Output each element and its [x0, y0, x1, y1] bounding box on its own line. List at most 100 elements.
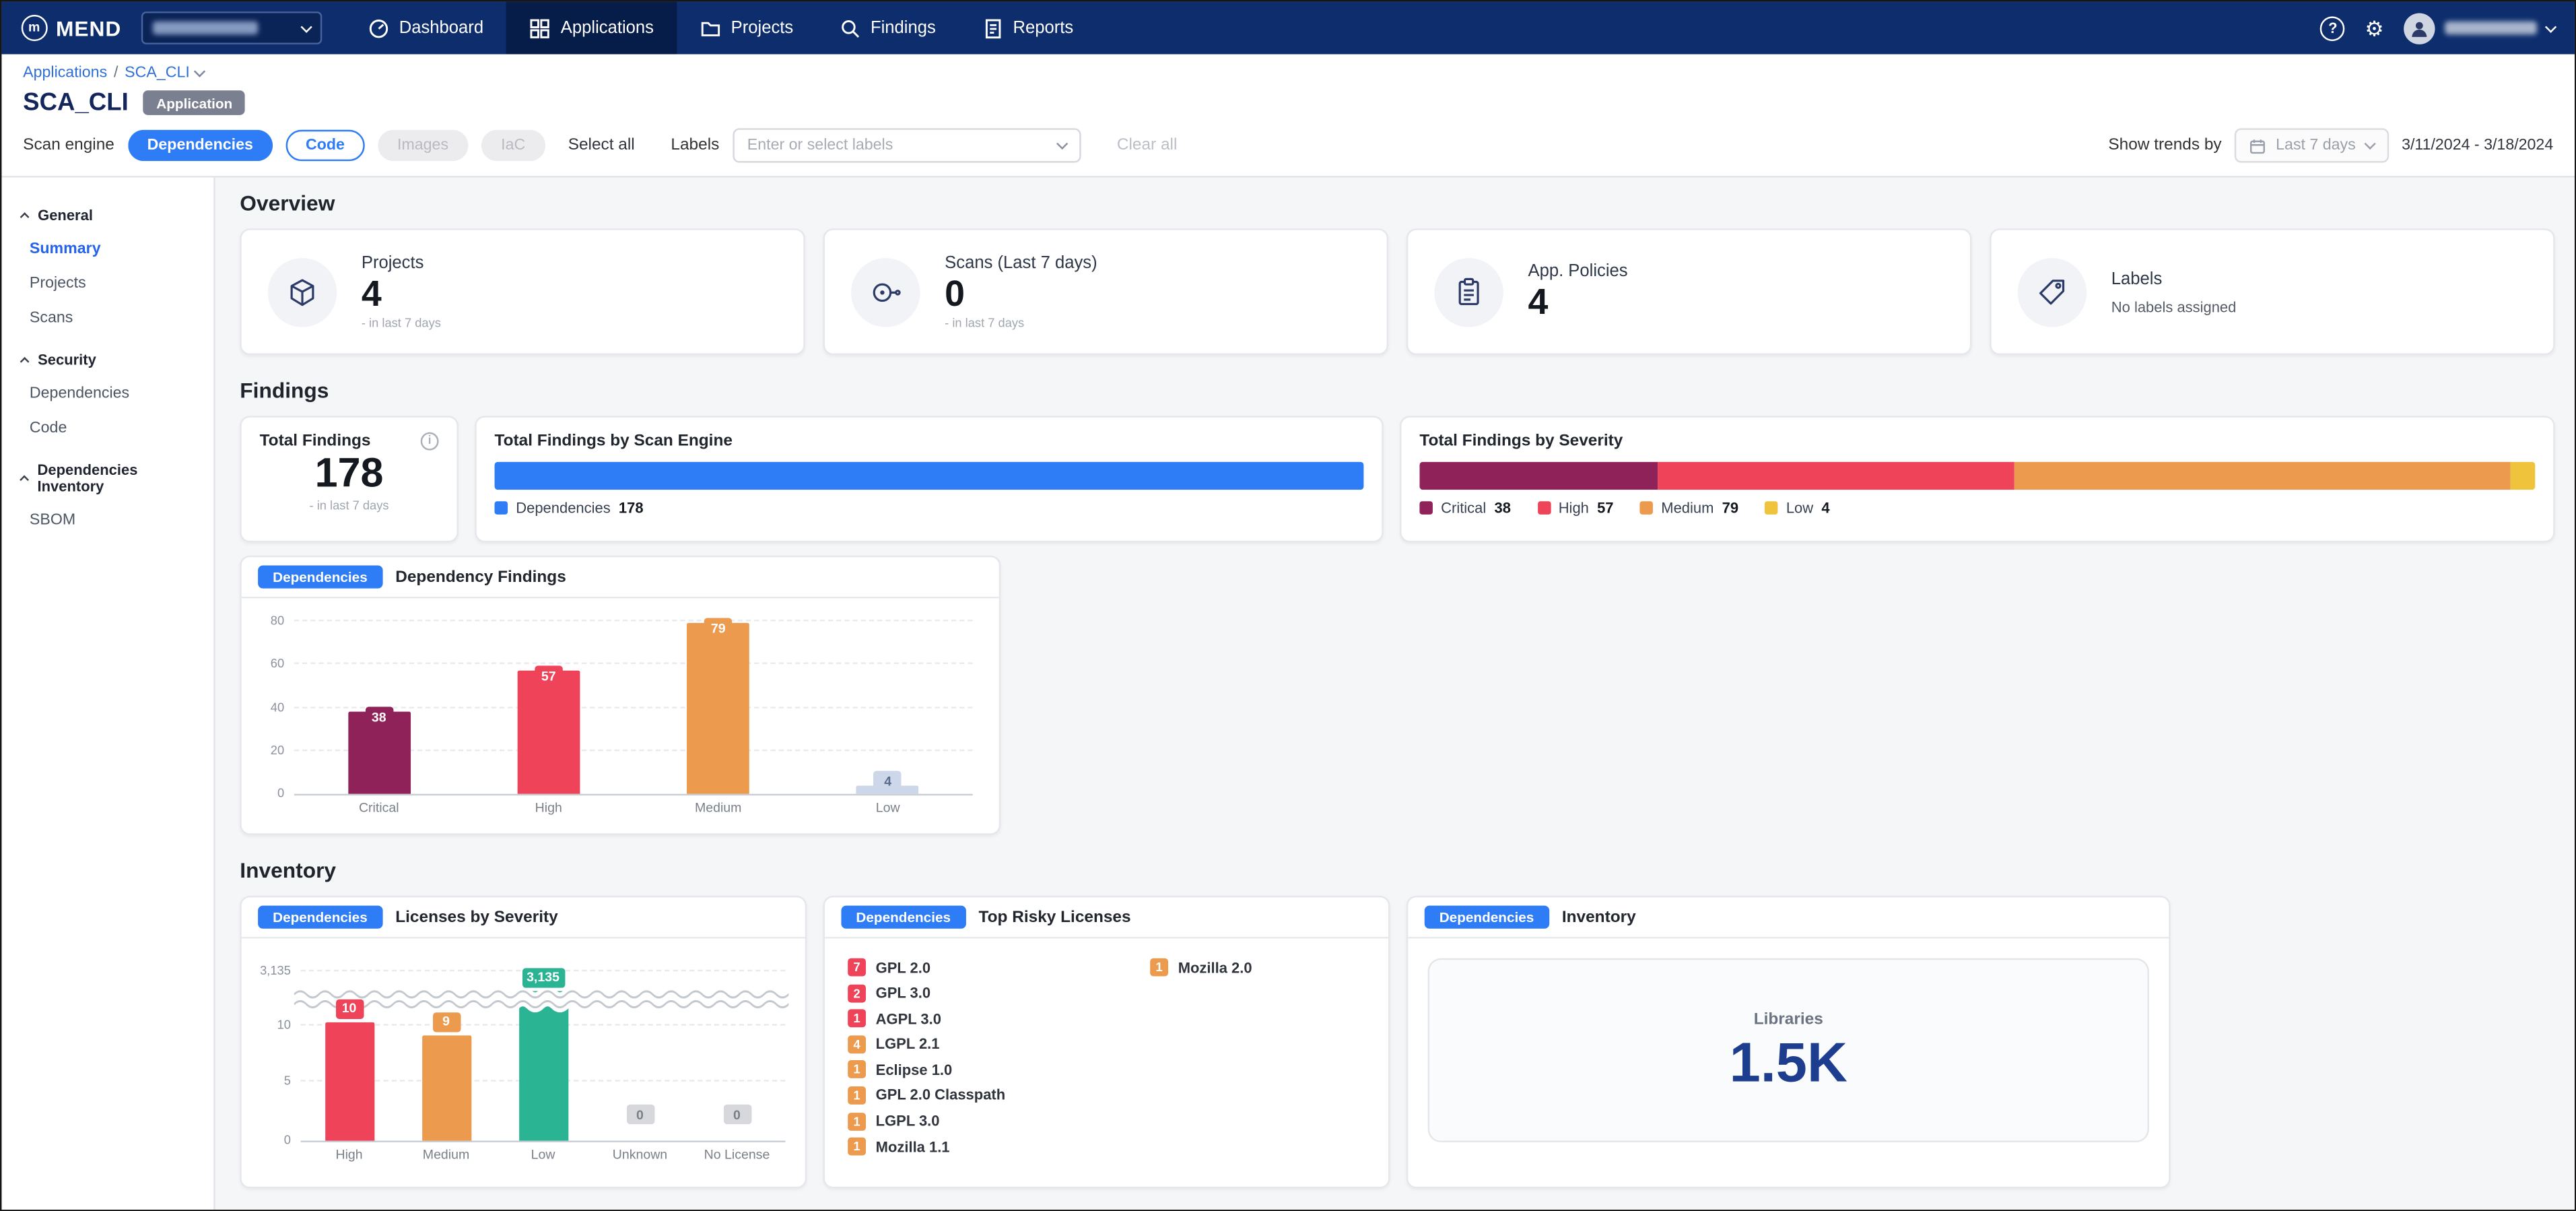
sidebar-item-summary[interactable]: Summary — [1, 232, 213, 266]
folder-icon — [700, 18, 721, 39]
severity-segment-medium — [2015, 462, 2510, 490]
chevron-down-icon[interactable] — [195, 66, 206, 77]
sidebar-section-dependencies-inventory[interactable]: Dependencies Inventory — [1, 454, 213, 503]
engine-pill-iac: IaC — [481, 130, 545, 161]
chevron-up-icon — [20, 212, 30, 222]
bar-chart-plot: 0 5 10 3,135 10 9 — [301, 958, 786, 1142]
chevron-up-icon — [20, 476, 29, 484]
bar-low: 3,135 — [495, 958, 592, 1141]
libraries-label: Libraries — [1754, 1010, 1823, 1028]
trend-period-dropdown[interactable]: Last 7 days — [2235, 128, 2388, 162]
org-selector-dropdown[interactable] — [141, 11, 322, 44]
breadcrumb-current[interactable]: SCA_CLI — [125, 64, 190, 82]
avatar-icon — [2404, 12, 2435, 43]
tab-dependencies[interactable]: Dependencies — [1425, 906, 1549, 929]
list-item[interactable]: 1 Mozilla 1.1 — [848, 1138, 1127, 1156]
list-item[interactable]: 4 LGPL 2.1 — [848, 1035, 1127, 1053]
licenses-by-severity-card: Dependencies Licenses by Severity 0 5 10… — [240, 896, 807, 1188]
sidebar-section-security[interactable]: Security — [1, 343, 213, 377]
list-item[interactable]: 7 GPL 2.0 — [848, 958, 1127, 977]
tab-dependencies[interactable]: Dependencies — [258, 906, 382, 929]
card-findings-by-engine: Total Findings by Scan Engine Dependenci… — [475, 416, 1383, 542]
bar-unknown: 0 — [592, 958, 689, 1141]
user-menu[interactable] — [2404, 12, 2555, 43]
sidebar-item-code[interactable]: Code — [1, 411, 213, 445]
sidebar-item-dependencies[interactable]: Dependencies — [1, 377, 213, 411]
nav-reports[interactable]: Reports — [959, 1, 1096, 54]
chevron-down-icon — [2364, 138, 2375, 150]
engine-bar-dependencies — [495, 462, 1364, 490]
help-icon[interactable]: ? — [2321, 15, 2346, 40]
show-trends-label: Show trends by — [2108, 137, 2221, 155]
sidebar-item-sbom[interactable]: SBOM — [1, 503, 213, 537]
list-item[interactable]: 2 GPL 3.0 — [848, 984, 1127, 1002]
engine-pill-code[interactable]: Code — [286, 130, 365, 161]
sidebar-item-scans[interactable]: Scans — [1, 301, 213, 335]
top-navigation: m MEND Dashboard Applications — [1, 1, 2575, 54]
bar-medium: 79 — [634, 621, 803, 793]
chevron-down-icon[interactable] — [1056, 138, 1067, 150]
no-labels-text: No labels assigned — [2111, 298, 2237, 315]
engine-pill-dependencies[interactable]: Dependencies — [127, 130, 273, 161]
bar-no-license: 0 — [688, 958, 785, 1141]
severity-stacked-bar — [1419, 462, 2535, 490]
list-item[interactable]: 1 Mozilla 2.0 — [1150, 958, 1429, 977]
sidebar-item-projects[interactable]: Projects — [1, 266, 213, 300]
risky-licenses-list: 7 GPL 2.0 2 GPL 3.0 1 AGPL 3.0 — [848, 958, 1365, 1172]
card-total-findings: Total Findings i 178 - in last 7 days — [240, 416, 459, 542]
total-findings-value: 178 — [260, 452, 439, 497]
org-name-redacted — [153, 22, 258, 35]
label-icon — [2018, 257, 2087, 326]
labels-input[interactable] — [747, 137, 1027, 155]
page-title: SCA_CLI — [23, 89, 129, 117]
nav-projects[interactable]: Projects — [677, 1, 816, 54]
breadcrumb: Applications / SCA_CLI — [23, 64, 2553, 82]
severity-segment-low — [2510, 462, 2535, 490]
report-icon — [982, 18, 1003, 39]
sidebar: General Summary Projects Scans Security … — [1, 178, 215, 1210]
mend-logo[interactable]: m MEND — [22, 15, 122, 41]
scan-engine-label: Scan engine — [23, 137, 114, 155]
card-labels: Labels No labels assigned — [1990, 228, 2554, 355]
nav-dashboard[interactable]: Dashboard — [345, 1, 506, 54]
top-risky-licenses-card: Dependencies Top Risky Licenses 7 GPL 2.… — [823, 896, 1390, 1188]
title-row: SCA_CLI Application — [23, 89, 2553, 117]
scan-icon — [851, 257, 920, 326]
select-all-link[interactable]: Select all — [568, 137, 635, 155]
sidebar-section-general[interactable]: General — [1, 199, 213, 232]
tab-dependencies[interactable]: Dependencies — [841, 906, 965, 929]
list-item[interactable]: 1 GPL 2.0 Classpath — [848, 1086, 1127, 1105]
overview-cards: Projects 4 - in last 7 days Scans (Last … — [240, 228, 2554, 355]
list-item[interactable]: 1 LGPL 3.0 — [848, 1112, 1127, 1130]
nav-findings[interactable]: Findings — [816, 1, 959, 54]
tab-dependencies[interactable]: Dependencies — [258, 565, 382, 588]
severity-segment-high — [1658, 462, 2015, 490]
chevron-up-icon — [20, 357, 30, 366]
labels-select[interactable] — [733, 128, 1081, 162]
inventory-heading: Inventory — [240, 858, 2554, 883]
breadcrumb-applications[interactable]: Applications — [23, 64, 107, 82]
mend-logo-icon: m — [22, 15, 48, 41]
legend-critical: Critical 38 — [1419, 500, 1511, 516]
trend-controls: Show trends by Last 7 days 3/11/2024 - 3… — [2108, 128, 2553, 162]
app-window: m MEND Dashboard Applications — [0, 0, 2576, 1211]
card-app-policies: App. Policies 4 — [1406, 228, 1971, 355]
bar-medium: 9 — [398, 958, 495, 1141]
list-item[interactable]: 1 Eclipse 1.0 — [848, 1061, 1127, 1079]
info-icon[interactable]: i — [421, 432, 439, 451]
nav-applications[interactable]: Applications — [506, 1, 677, 54]
findings-cards: Total Findings i 178 - in last 7 days To… — [240, 416, 2554, 542]
brand-name: MEND — [56, 15, 121, 40]
username-redacted — [2445, 22, 2537, 35]
severity-segment-critical — [1419, 462, 1658, 490]
application-type-badge: Application — [143, 90, 246, 115]
calendar-icon — [2249, 137, 2266, 154]
engine-pill-images: Images — [378, 130, 469, 161]
page-header: Applications / SCA_CLI SCA_CLI Applicati… — [1, 55, 2575, 178]
legend-low: Low 4 — [1765, 500, 1829, 516]
dashboard-icon — [368, 18, 389, 39]
gear-icon[interactable]: ⚙ — [2365, 18, 2383, 39]
policy-icon — [1434, 257, 1503, 326]
bar-critical: 38 — [294, 621, 464, 793]
list-item[interactable]: 1 AGPL 3.0 — [848, 1010, 1127, 1028]
